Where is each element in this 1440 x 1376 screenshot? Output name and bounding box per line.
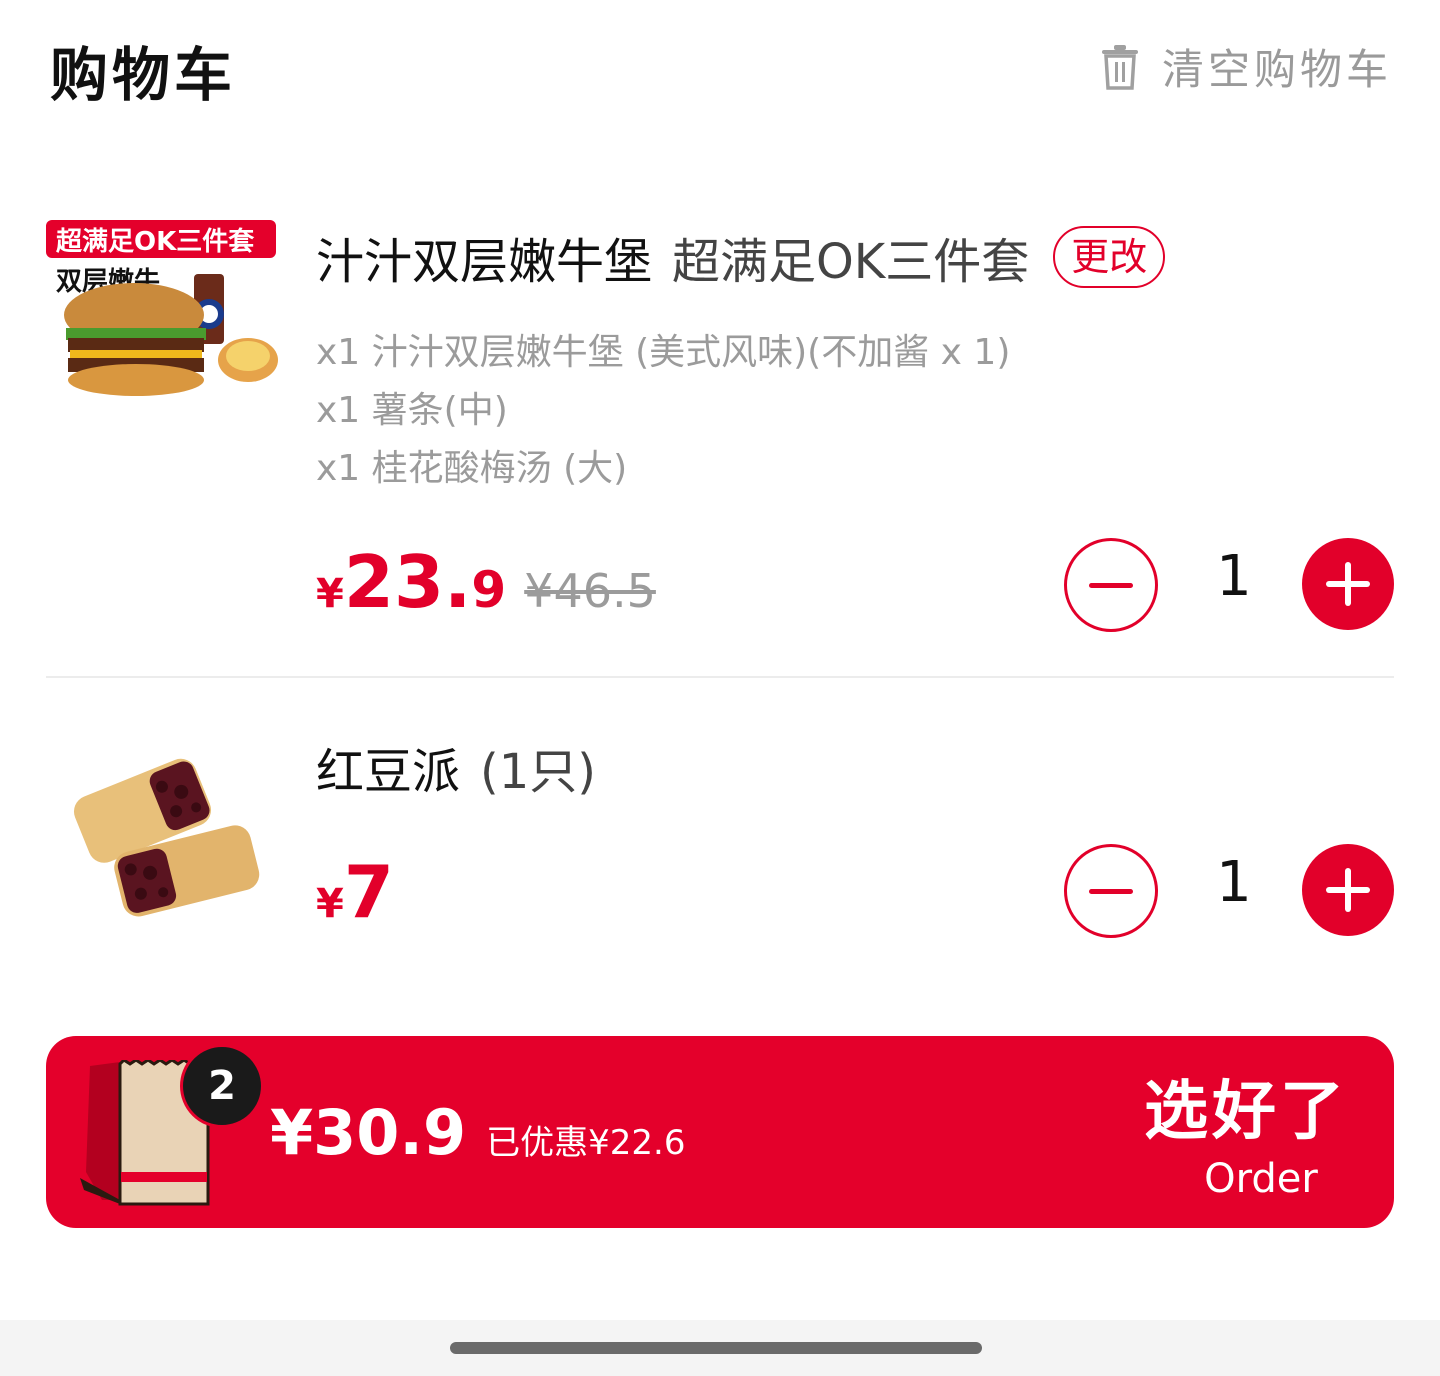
quantity-stepper: 1 — [1064, 844, 1394, 938]
price-decimal: 9 — [471, 561, 507, 619]
cart-item: 红豆派 (1只) ¥ 7 1 — [46, 680, 1394, 980]
order-button[interactable]: 选好了 Order — [1144, 1060, 1348, 1202]
quantity-stepper: 1 — [1064, 538, 1394, 632]
change-button[interactable]: 更改 — [1053, 226, 1166, 288]
clear-cart-button[interactable]: 清空购物车 — [1100, 36, 1392, 97]
currency-symbol: ¥ — [316, 881, 344, 927]
quantity-value: 1 — [1216, 850, 1252, 915]
combo-thumbnail[interactable]: 超满足OK三件套 双层嫩牛 — [46, 210, 278, 400]
original-price: ¥46.5 — [524, 564, 656, 618]
cart-item: 超满足OK三件套 双层嫩牛 汁汁双层嫩牛堡 超满足OK三件套 更改 x1 汁汁双… — [46, 200, 1394, 676]
component-line: x1 薯条(中) — [316, 390, 508, 431]
total-price: ¥30.9 — [270, 1096, 467, 1169]
decrease-button[interactable] — [1064, 844, 1158, 938]
item-divider — [46, 676, 1394, 678]
total-row: ¥30.9 已优惠¥22.6 — [270, 1096, 685, 1169]
price-row: ¥ 7 — [316, 850, 394, 934]
increase-button[interactable] — [1302, 844, 1394, 936]
page-title: 购物车 — [50, 41, 237, 109]
system-navigation-bar — [0, 1320, 1440, 1376]
home-indicator[interactable] — [450, 1342, 982, 1354]
price-integer: 23. — [343, 540, 472, 624]
thumb-banner-text: 超满足OK三件套 — [56, 227, 255, 257]
order-button-label: 选好了 — [1144, 1075, 1348, 1149]
price-row: ¥ 23. 9 ¥46.5 — [316, 540, 656, 624]
header: 购物车 清空购物车 — [0, 0, 1440, 140]
trash-icon — [1101, 44, 1138, 90]
item-name-row: 汁汁双层嫩牛堡 超满足OK三件套 更改 — [316, 222, 1166, 292]
quantity-value: 1 — [1216, 544, 1252, 609]
component-line: x1 汁汁双层嫩牛堡 (美式风味)(不加酱 x 1) — [316, 332, 1011, 373]
item-name-row: 红豆派 (1只) — [316, 732, 596, 802]
item-combo-name: 超满足OK三件套 — [672, 234, 1030, 290]
currency-symbol: ¥ — [316, 571, 344, 617]
checkout-bar: 2 ¥30.9 已优惠¥22.6 选好了 Order — [46, 1036, 1394, 1228]
order-button-sublabel: Order — [1204, 1156, 1318, 1202]
item-name: 红豆派 — [316, 744, 461, 800]
red-bean-pie-thumbnail[interactable] — [46, 738, 278, 928]
item-name: 汁汁双层嫩牛堡 — [316, 234, 653, 290]
item-unit: (1只) — [480, 744, 597, 800]
clear-cart-label: 清空购物车 — [1161, 45, 1392, 94]
decrease-button[interactable] — [1064, 538, 1158, 632]
component-line: x1 桂花酸梅汤 (大) — [316, 448, 628, 489]
increase-button[interactable] — [1302, 538, 1394, 630]
combo-components: x1 汁汁双层嫩牛堡 (美式风味)(不加酱 x 1) x1 薯条(中) x1 桂… — [316, 324, 1010, 498]
discount-text: 已优惠¥22.6 — [486, 1123, 686, 1163]
cart-count-badge: 2 — [180, 1044, 264, 1128]
price-integer: 7 — [343, 850, 394, 934]
